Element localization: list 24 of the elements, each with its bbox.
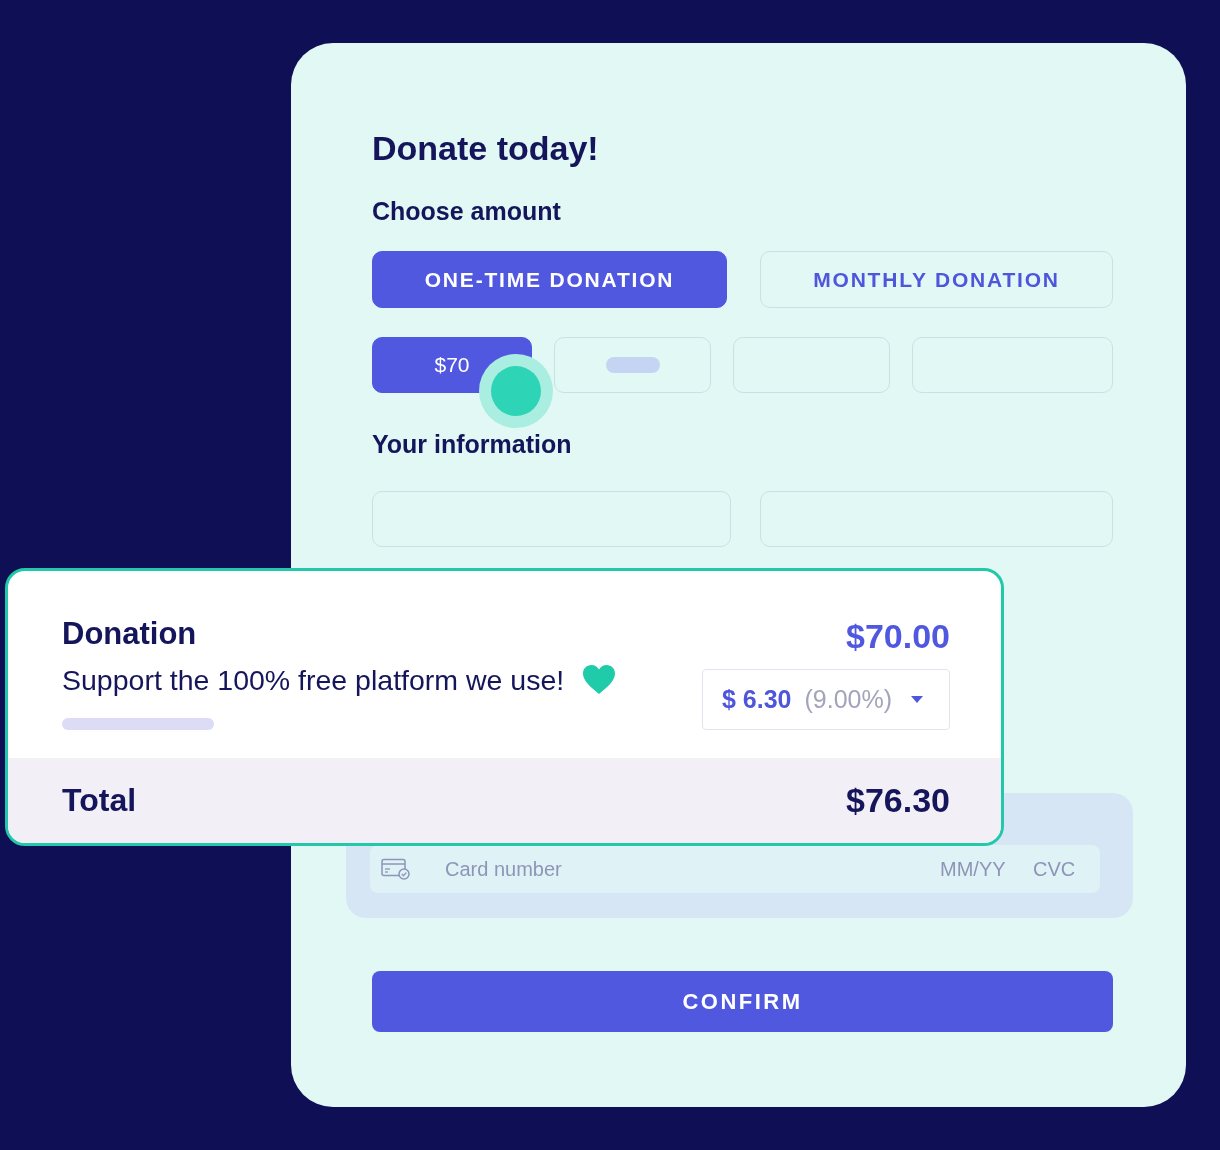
expiry-input[interactable]: MM/YY: [940, 856, 1010, 882]
frequency-tab[interactable]: MONTHLY DONATION: [760, 251, 1113, 308]
cvc-input[interactable]: CVC: [1033, 856, 1075, 882]
credit-card-icon: [381, 858, 410, 880]
frequency-tab[interactable]: ONE-TIME DONATION: [372, 251, 727, 308]
amount-button[interactable]: [912, 337, 1113, 393]
donation-label: Donation: [62, 616, 197, 652]
confirm-button[interactable]: CONFIRM: [372, 971, 1113, 1032]
amount-button[interactable]: [733, 337, 890, 393]
tip-dropdown[interactable]: $ 6.30 (9.00%): [702, 669, 950, 730]
total-label: Total: [62, 782, 137, 819]
donation-amount: $70.00: [846, 616, 950, 656]
skeleton-bar: [605, 357, 660, 373]
total-amount: $76.30: [846, 781, 950, 820]
card-number-input[interactable]: Card number: [445, 856, 567, 882]
text-input-field[interactable]: [372, 491, 731, 547]
text-input-field[interactable]: [760, 491, 1113, 547]
caret-icon: [911, 696, 924, 703]
section-heading: Choose amount: [372, 196, 561, 226]
amount-button[interactable]: [554, 337, 711, 393]
form-title: Donate today!: [372, 128, 599, 168]
section-heading: Your information: [372, 429, 572, 459]
tip-message: Support the 100% free platform we use!: [62, 664, 565, 696]
heart-icon: [583, 665, 616, 695]
